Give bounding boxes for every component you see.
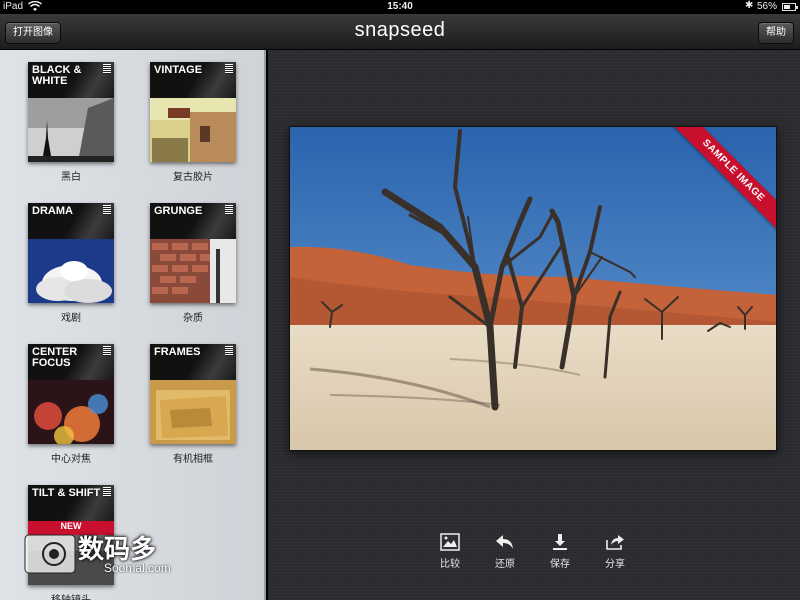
watermark-url: Soomal.com <box>104 561 171 575</box>
share-icon <box>606 535 624 550</box>
filter-thumbnail: DRAMA <box>28 203 114 303</box>
vintage-preview <box>150 98 236 162</box>
clock: 15:40 <box>387 1 413 12</box>
barcode-icon <box>225 64 233 74</box>
save-button[interactable]: 保存 <box>540 530 580 576</box>
app-logo: snapseed <box>354 19 446 41</box>
battery-icon <box>782 3 798 11</box>
drama-preview <box>28 239 114 303</box>
bottom-toolbar: 比较 还原 保存 分享 <box>268 530 800 580</box>
frames-preview <box>150 380 236 444</box>
bluetooth-icon: ✱ <box>745 0 754 11</box>
filter-thumbnail: CENTER FOCUS <box>28 344 114 444</box>
navigation-bar: 打开图像 snapseed 帮助 <box>0 14 800 50</box>
help-button[interactable]: 帮助 <box>758 22 794 44</box>
filter-frames[interactable]: FRAMES 有机相框 <box>144 332 254 465</box>
filter-center-focus[interactable]: CENTER FOCUS 中心对焦 <box>22 332 132 465</box>
sample-photo[interactable]: SAMPLE IMAGE <box>289 126 777 451</box>
filter-label: 中心对焦 <box>51 454 91 465</box>
download-icon <box>553 534 567 550</box>
filter-title: CENTER FOCUS <box>32 346 78 369</box>
filter-thumbnail: BLACK & WHITE <box>28 62 114 162</box>
revert-label: 还原 <box>495 559 515 570</box>
compare-button[interactable]: 比较 <box>430 530 470 576</box>
filter-label: 复古胶片 <box>173 172 213 183</box>
filter-grunge[interactable]: GRUNGE 杂质 <box>144 191 254 324</box>
filter-label: 移轴镜头 <box>28 591 114 600</box>
share-label: 分享 <box>605 559 625 570</box>
filter-title: BLACK & WHITE <box>32 64 82 87</box>
filter-label: 杂质 <box>183 313 203 324</box>
filter-title: DRAMA <box>32 205 73 217</box>
filter-vintage[interactable]: VINTAGE 复古胶片 <box>144 50 254 183</box>
filter-black-and-white[interactable]: BLACK & WHITE 黑白 <box>22 50 132 183</box>
filter-drama[interactable]: DRAMA 戏剧 <box>22 191 132 324</box>
revert-button[interactable]: 还原 <box>485 530 525 576</box>
filter-label: 有机相框 <box>173 454 213 465</box>
preview-area: SAMPLE IMAGE 比较 还原 保存 分享 <box>268 50 800 600</box>
grunge-preview <box>150 239 236 303</box>
filter-sidebar: BLACK & WHITE 黑白 VINTAGE 复古胶片 DRAMA 戏剧 G… <box>0 50 266 600</box>
black-and-white-preview <box>28 98 114 162</box>
filter-title: GRUNGE <box>154 205 203 217</box>
filter-thumbnail: FRAMES <box>150 344 236 444</box>
battery-percent: 56% <box>757 1 778 12</box>
filter-title: FRAMES <box>154 346 201 358</box>
barcode-icon <box>225 205 233 215</box>
desert-trees-image <box>290 127 776 450</box>
save-label: 保存 <box>550 559 570 570</box>
battery-fill <box>784 5 790 9</box>
watermark: 数码多 Soomal.com <box>24 532 174 580</box>
status-bar: iPad 15:40 ✱ 56% <box>0 0 800 14</box>
filter-title: TILT & SHIFT <box>32 487 101 499</box>
barcode-icon <box>103 346 111 356</box>
barcode-icon <box>103 487 111 497</box>
undo-icon <box>496 535 513 549</box>
compare-label: 比较 <box>440 559 460 570</box>
watermark-logo <box>24 534 76 574</box>
filter-thumbnail: GRUNGE <box>150 203 236 303</box>
filter-thumbnail: VINTAGE <box>150 62 236 162</box>
center-focus-preview <box>28 380 114 444</box>
filter-title: VINTAGE <box>154 64 203 76</box>
image-icon <box>440 533 460 551</box>
share-button[interactable]: 分享 <box>595 530 635 576</box>
filter-label: 戏剧 <box>61 313 81 324</box>
filter-label: 黑白 <box>61 172 81 183</box>
barcode-icon <box>225 346 233 356</box>
barcode-icon <box>103 205 111 215</box>
barcode-icon <box>103 64 111 74</box>
